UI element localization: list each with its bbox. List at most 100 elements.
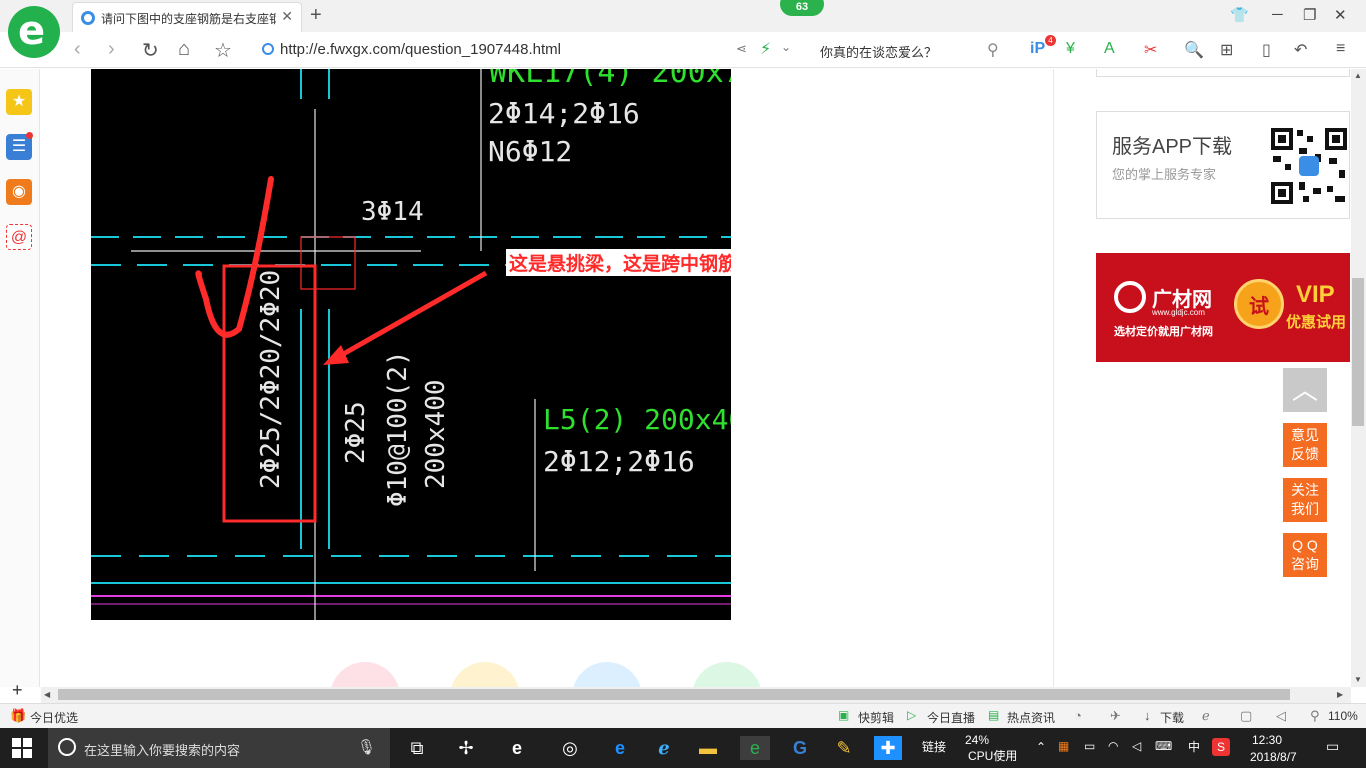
beam-right-label: L5(2) 200x400 (543, 403, 731, 436)
keyboard-icon[interactable]: ⌨ (1155, 739, 1172, 753)
home-button[interactable]: ⌂ (178, 38, 190, 61)
tab-close-icon[interactable]: ✕ (281, 8, 293, 25)
weibo-icon[interactable]: ◉ (6, 179, 32, 205)
remote-app-icon[interactable]: ✚ (874, 736, 902, 760)
live-link[interactable]: 今日直播 (927, 709, 975, 726)
browser-logo-icon[interactable]: e (8, 6, 60, 58)
restore-button[interactable]: ❐ (1303, 6, 1316, 24)
kuaijianji-link[interactable]: 快剪辑 (858, 709, 894, 726)
360-browser-taskbar-icon[interactable]: e (740, 736, 770, 760)
refresh-button[interactable]: ↻ (142, 38, 159, 63)
shield-yen-icon[interactable]: ¥ (1066, 40, 1075, 58)
sidebar-add-button[interactable]: + (12, 680, 23, 701)
task-view-icon[interactable]: ⧉ (403, 736, 431, 760)
wifi-icon[interactable]: ◠ (1108, 739, 1118, 753)
search-icon[interactable]: ⚲ (987, 40, 999, 60)
back-to-top-button[interactable]: ︿ (1283, 368, 1327, 412)
translate-icon[interactable]: A (1104, 40, 1115, 58)
notification-center-icon[interactable]: ▭ (1326, 739, 1339, 753)
email-icon[interactable]: @ (6, 224, 32, 250)
search-input[interactable]: 你真的在谈恋爱么？ (820, 42, 937, 61)
scroll-right-icon[interactable]: ▶ (1337, 690, 1343, 699)
notification-badge[interactable]: 63 (780, 0, 824, 16)
undo-icon[interactable]: ↶ (1294, 40, 1307, 60)
menu-icon[interactable]: ≡ (1336, 40, 1345, 58)
zoom-level[interactable]: 110% (1328, 709, 1358, 723)
apps-grid-icon[interactable]: ⊞ (1220, 40, 1233, 60)
clock-time[interactable]: 12:30 (1252, 733, 1282, 747)
previous-card (1096, 69, 1350, 77)
page-favicon-icon (81, 11, 95, 25)
favorite-star-button[interactable]: ☆ (214, 38, 232, 63)
taskbar-search-placeholder: 在这里输入你要搜索的内容 (84, 743, 241, 758)
scroll-left-icon[interactable]: ◀ (44, 690, 50, 699)
close-window-button[interactable]: ✕ (1334, 6, 1347, 24)
horizontal-scroll-thumb[interactable] (58, 689, 1290, 700)
new-tab-button[interactable]: + (310, 4, 322, 27)
today-picks-link[interactable]: 今日优选 (30, 709, 78, 726)
speed-icon[interactable]: ◔ (1074, 708, 1082, 723)
scroll-up-icon[interactable]: ▲ (1354, 71, 1362, 80)
ime-indicator[interactable]: 中 (1188, 740, 1200, 754)
annotation-text: 这是悬挑梁，这是跨中钢筋 (506, 249, 731, 276)
back-button[interactable]: ‹ (74, 38, 81, 61)
ad-banner[interactable]: 广材网 www.gldjc.com 选材定价就用广材网 试 VIP 优惠试用 (1096, 253, 1350, 362)
tray-app-icon[interactable]: ▦ (1058, 739, 1069, 753)
cantilever-size-label: 200x400 (421, 379, 451, 489)
pin-icon[interactable]: ✈ (1110, 708, 1121, 724)
volume-icon[interactable]: ◁ (1132, 739, 1141, 753)
file-explorer-icon[interactable]: ▬ (694, 736, 722, 760)
scissors-icon[interactable]: ✂ (1144, 40, 1157, 60)
chevron-down-icon[interactable]: ⌄ (781, 40, 791, 54)
url-field[interactable]: http://e.fwxgx.com/question_1907448.html (262, 41, 561, 58)
beam-top-line2: N6Φ12 (488, 135, 573, 168)
favorites-star-icon[interactable]: ★ (6, 89, 32, 115)
tab-title: 请问下图中的支座钢筋是右支座钢筋吗 (101, 12, 276, 26)
download-link[interactable]: 下载 (1160, 709, 1184, 726)
shirt-skin-icon[interactable]: 👕 (1230, 6, 1249, 24)
notepad-app-icon[interactable]: ✎ (830, 736, 858, 760)
links-toolbar[interactable]: 链接 (922, 740, 946, 754)
taskbar-search[interactable]: 在这里输入你要搜索的内容 🎙 (48, 728, 390, 768)
battery-icon[interactable]: ▭ (1084, 739, 1095, 753)
share-icon[interactable]: ⋖ (736, 41, 747, 57)
tab-active[interactable]: 请问下图中的支座钢筋是右支座钢筋吗 ✕ (72, 2, 302, 32)
ie-shell-icon[interactable]: e (503, 736, 531, 760)
follow-button[interactable]: 关注 我们 (1283, 478, 1327, 522)
scroll-down-icon[interactable]: ▼ (1354, 675, 1362, 684)
sogou-input-icon[interactable]: S (1212, 738, 1230, 756)
live-play-icon: ▷ (907, 708, 917, 722)
internet-explorer-icon[interactable]: ℯ (650, 736, 678, 760)
wifi-app-icon[interactable]: ◎ (556, 736, 584, 760)
speed-mode-icon[interactable]: ⚡ (760, 39, 771, 59)
clip-icon: ▣ (838, 708, 850, 722)
secure-icon (262, 43, 274, 55)
download-icon[interactable]: ↓ (1144, 708, 1151, 723)
fan-app-icon[interactable]: ✢ (452, 736, 480, 760)
glodon-app-icon[interactable]: G (786, 736, 814, 760)
qr-code-icon (1269, 126, 1349, 206)
windows-start-icon[interactable] (12, 738, 32, 758)
app-download-card[interactable]: 服务APP下载 您的掌上服务专家 (1096, 111, 1350, 219)
zoom-icon[interactable]: ⚲ (1310, 708, 1320, 724)
minimize-button[interactable]: ─ (1272, 6, 1283, 23)
qq-consult-button[interactable]: Q Q 咨询 (1283, 533, 1327, 577)
beam-top-line1: 2Φ14;2Φ16 (488, 97, 640, 130)
hot-news-link[interactable]: 热点资讯 (1007, 709, 1055, 726)
plugin-ip-icon[interactable]: iP (1030, 40, 1045, 58)
tray-expand-icon[interactable]: ⌃ (1036, 740, 1046, 754)
mute-icon[interactable]: ◁ (1276, 708, 1286, 724)
cantilever-rebar-label: 2Φ25 (341, 401, 371, 464)
phone-icon[interactable]: ▯ (1262, 40, 1271, 60)
cad-drawing-image: WKL17(4) 200x750 2Φ14;2Φ16 N6Φ12 3Φ14 这是… (91, 69, 731, 620)
magnifier-icon[interactable]: 🔍 (1184, 40, 1204, 60)
microphone-icon[interactable]: 🎙 (357, 738, 376, 756)
window-mode-icon[interactable]: ▢ (1240, 708, 1252, 724)
feedback-button[interactable]: 意见 反馈 (1283, 423, 1327, 467)
vertical-scroll-thumb[interactable] (1352, 278, 1364, 426)
edge-icon[interactable]: e (606, 736, 634, 760)
ie-mode-icon[interactable]: ℯ (1202, 708, 1210, 724)
clock-date[interactable]: 2018/8/7 (1250, 750, 1297, 764)
forward-button[interactable]: › (108, 38, 115, 61)
cpu-percent: 24% (965, 733, 990, 747)
